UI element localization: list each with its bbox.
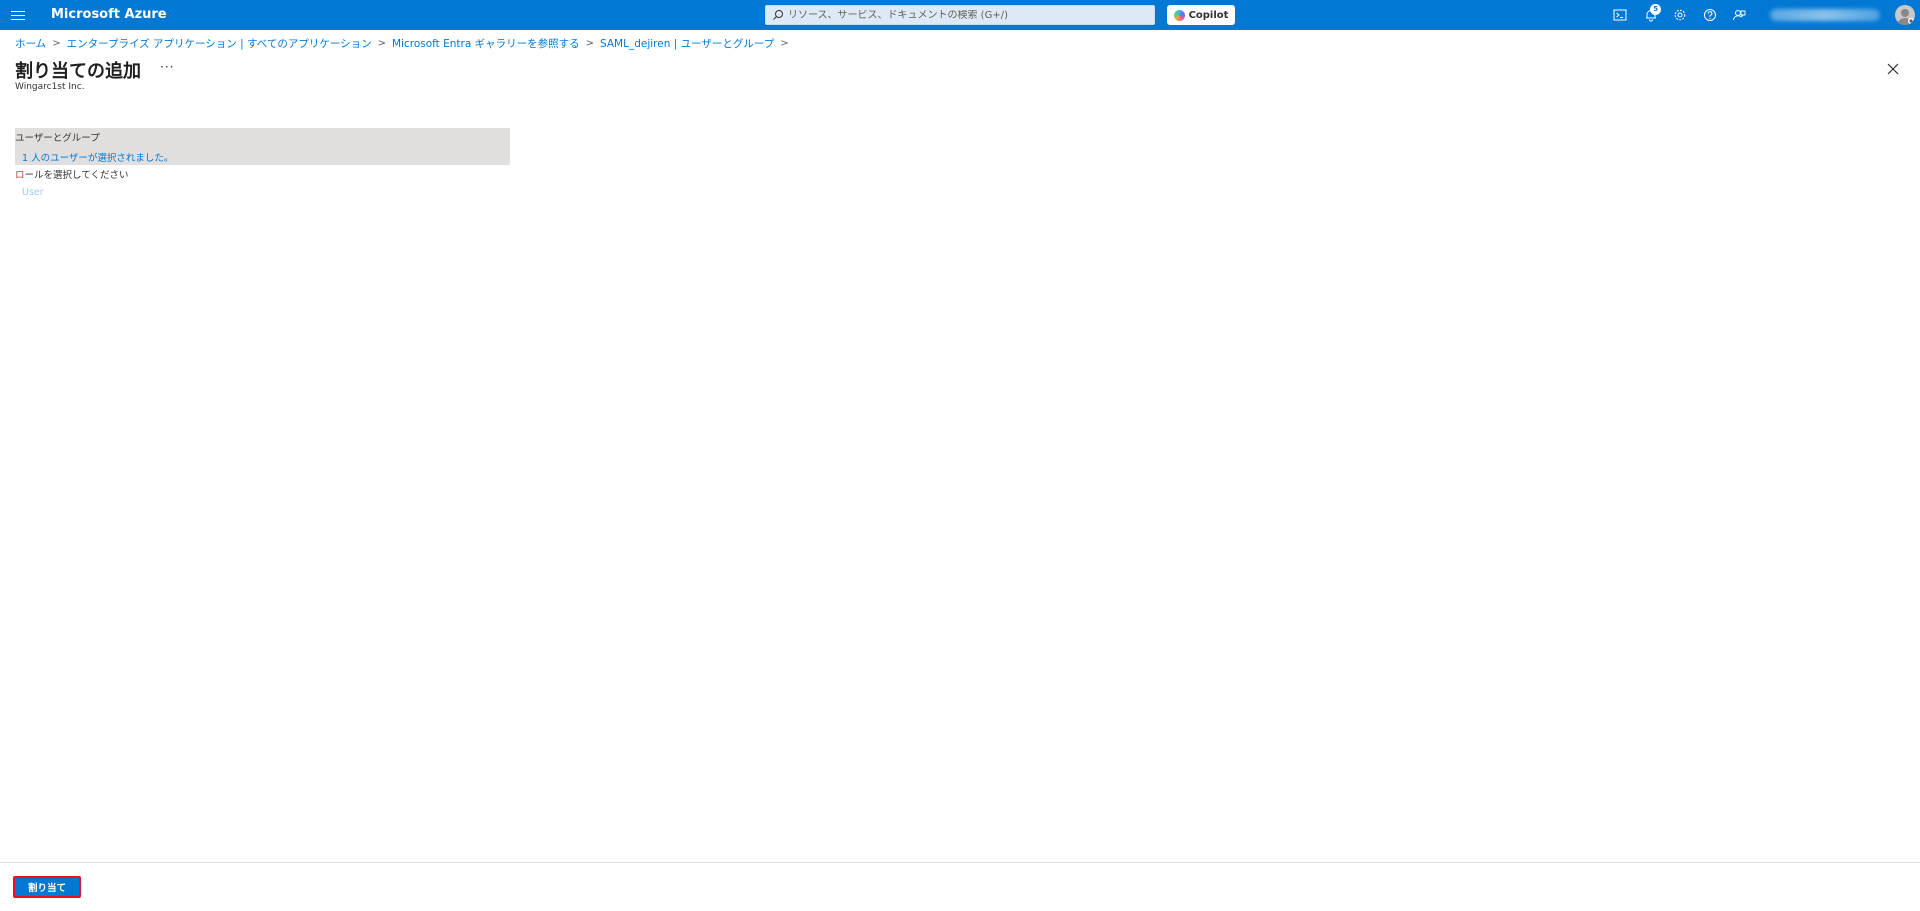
brand-logo-text[interactable]: Microsoft Azure xyxy=(51,7,167,22)
search-icon xyxy=(773,10,783,20)
page-title: 割り当ての追加 xyxy=(15,61,141,82)
users-groups-label: ユーザーとグループ xyxy=(15,133,100,144)
footer-divider xyxy=(0,862,1920,863)
close-icon[interactable] xyxy=(1887,63,1899,75)
user-avatar[interactable] xyxy=(1895,5,1915,25)
breadcrumb: ホーム > エンタープライズ アプリケーション | すべてのアプリケーション >… xyxy=(15,36,795,50)
menu-icon[interactable] xyxy=(11,8,25,22)
page-subtitle: Wingarc1st Inc. xyxy=(15,82,85,92)
breadcrumb-enterprise-applications[interactable]: エンタープライズ アプリケーション | すべてのアプリケーション xyxy=(67,36,372,51)
copilot-icon xyxy=(1173,9,1185,21)
feedback-icon[interactable] xyxy=(1732,8,1746,22)
help-icon[interactable] xyxy=(1703,8,1717,22)
role-label-first-char: ロ xyxy=(15,170,25,181)
settings-gear-icon[interactable] xyxy=(1673,8,1687,22)
role-label-text: ールを選択してください xyxy=(24,170,129,181)
breadcrumb-entra-gallery[interactable]: Microsoft Entra ギャラリーを参照する xyxy=(392,36,580,51)
user-avatar-icon xyxy=(1897,9,1914,25)
chevron-right-icon: > xyxy=(377,37,386,49)
search-input[interactable] xyxy=(788,9,1128,21)
copilot-button[interactable]: Copilot xyxy=(1167,5,1235,25)
global-search-box[interactable] xyxy=(765,5,1155,25)
notification-badge: 5 xyxy=(1650,4,1661,15)
users-groups-section: ユーザーとグループ 1 人のユーザーが選択されました。 xyxy=(15,128,510,165)
copilot-label: Copilot xyxy=(1188,9,1229,21)
role-select-label: ロールを選択してください xyxy=(15,167,128,181)
top-navigation-bar: Microsoft Azure Copilot 5 xyxy=(0,0,1920,30)
chevron-right-icon: > xyxy=(780,37,789,49)
more-options-button[interactable]: ··· xyxy=(160,60,174,74)
chevron-right-icon: > xyxy=(585,37,595,49)
chevron-right-icon: > xyxy=(52,37,61,49)
role-option-user[interactable]: User xyxy=(22,187,44,198)
assign-button[interactable]: 割り当て xyxy=(13,876,81,898)
breadcrumb-saml-users-groups[interactable]: SAML_dejiren | ユーザーとグループ xyxy=(600,36,774,51)
breadcrumb-home[interactable]: ホーム xyxy=(15,36,46,51)
cloud-shell-icon[interactable] xyxy=(1613,8,1627,22)
account-name-blurred[interactable] xyxy=(1770,9,1880,21)
users-selected-link[interactable]: 1 人のユーザーが選択されました。 xyxy=(22,150,173,164)
